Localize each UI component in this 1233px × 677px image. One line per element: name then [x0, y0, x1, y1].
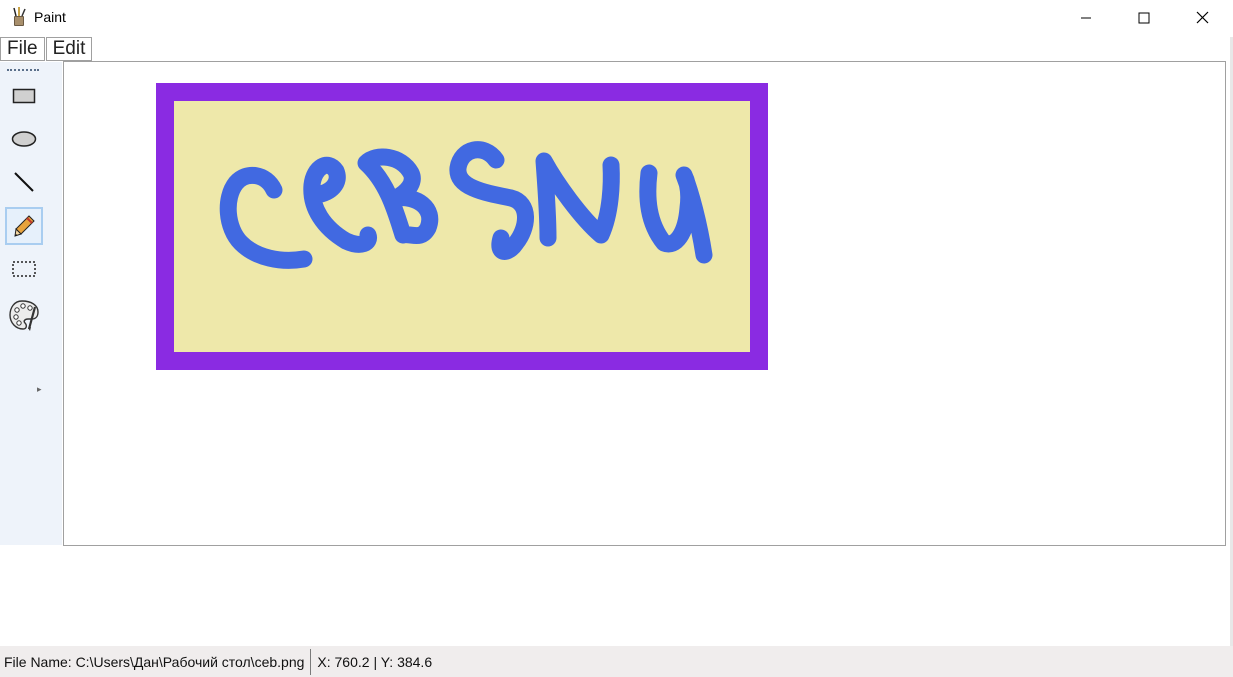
- ellipse-tool-button[interactable]: [5, 120, 43, 158]
- menu-bar: File Edit: [0, 37, 93, 61]
- rectangle-tool-button[interactable]: [5, 77, 43, 115]
- minimize-icon: [1081, 17, 1091, 18]
- menu-file[interactable]: File: [0, 37, 45, 61]
- paint-window: Paint File Edit ▸ File Name: C:\Users\Да…: [0, 0, 1233, 677]
- tool-bar: ▸: [0, 62, 62, 545]
- drawing-canvas[interactable]: [63, 61, 1226, 546]
- line-tool-button[interactable]: [5, 163, 43, 201]
- line-icon: [14, 172, 34, 192]
- close-icon: [1196, 11, 1208, 24]
- maximize-button[interactable]: [1115, 0, 1173, 35]
- rectangle-icon: [12, 88, 36, 104]
- select-tool-button[interactable]: [5, 250, 43, 288]
- paint-brush-jar-icon: [13, 7, 26, 26]
- ellipse-icon: [11, 131, 37, 147]
- color-palette-button[interactable]: [5, 296, 43, 334]
- status-cursor-coordinates: X: 760.2 | Y: 384.6: [317, 653, 433, 670]
- palette-icon: [9, 300, 39, 331]
- pencil-tool-button[interactable]: [5, 207, 43, 245]
- drawing-image: [156, 83, 768, 370]
- menu-edit[interactable]: Edit: [45, 37, 93, 61]
- title-bar: Paint: [0, 0, 1233, 35]
- status-bar: File Name: C:\Users\Дан\Рабочий стол\ceb…: [0, 646, 1233, 677]
- toolbar-grip[interactable]: [7, 69, 39, 71]
- close-button[interactable]: [1173, 0, 1231, 35]
- pencil-icon: [14, 215, 35, 237]
- toolbar-overflow-icon[interactable]: ▸: [37, 384, 42, 395]
- window-title: Paint: [34, 9, 66, 25]
- status-file-name: File Name: C:\Users\Дан\Рабочий стол\ceb…: [0, 648, 312, 675]
- minimize-button[interactable]: [1057, 0, 1115, 35]
- maximize-icon: [1138, 12, 1150, 23]
- dashed-rectangle-icon: [12, 261, 36, 277]
